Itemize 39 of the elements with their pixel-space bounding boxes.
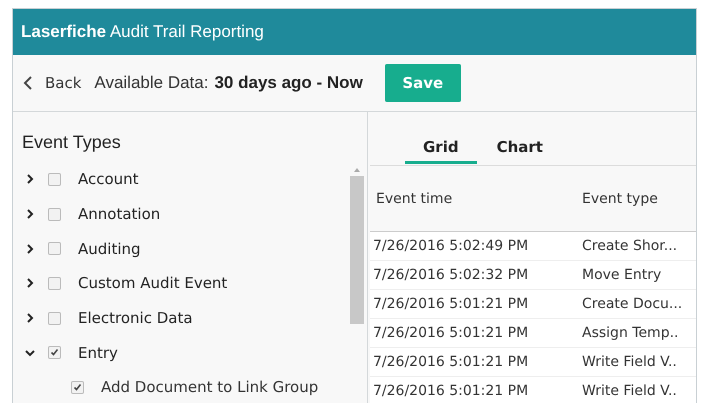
column-header[interactable]: Event time: [370, 190, 582, 206]
table-cell-text: Create Docu...: [582, 296, 684, 312]
checkbox[interactable]: [71, 380, 84, 394]
chevron-left-icon: [23, 76, 33, 90]
panel-title: Event Types: [21, 132, 122, 153]
range-label: Available Data:: [94, 73, 208, 93]
tree-item[interactable]: Account: [78, 170, 139, 188]
table-cell-text: Assign Temp..: [582, 325, 680, 341]
tree-item[interactable]: Entry: [78, 344, 118, 362]
range-value: 30 days ago - Now: [214, 73, 363, 93]
table-cell-text: Write Field V..: [582, 354, 678, 370]
table-cell-text: Write Field V..: [582, 383, 678, 399]
tab[interactable]: Chart: [478, 138, 561, 164]
tree-item[interactable]: Annotation: [78, 205, 160, 224]
checkbox[interactable]: [48, 242, 61, 256]
table-cell-text: 7/26/2016 5:02:32 PM: [372, 267, 530, 283]
app-title: Laserfiche Audit Trail Reporting: [21, 22, 264, 42]
tree-item[interactable]: Electronic Data: [78, 309, 193, 328]
scroll-thumb[interactable]: [350, 176, 364, 324]
tree-item[interactable]: Auditing: [78, 240, 141, 258]
checkbox[interactable]: [48, 346, 61, 360]
checkbox[interactable]: [48, 312, 61, 325]
tree-item[interactable]: Custom Audit Event: [78, 274, 228, 292]
table-cell-text: 7/26/2016 5:01:21 PM: [372, 325, 530, 341]
tab[interactable]: Grid: [405, 138, 477, 164]
table-cell-text: Create Shor...: [582, 238, 678, 254]
table-cell-text: 7/26/2016 5:02:49 PM: [372, 238, 530, 254]
table-cell-text: Move Entry: [582, 267, 662, 283]
checkmark-icon: [50, 348, 59, 358]
column-header[interactable]: Event type: [582, 190, 696, 206]
checkmark-icon: [73, 382, 82, 392]
table-cell-text: 7/26/2016 5:01:21 PM: [372, 354, 530, 370]
checkbox[interactable]: [48, 172, 61, 186]
tree-item[interactable]: Add Document to Link Group: [101, 378, 318, 396]
checkbox[interactable]: [48, 208, 61, 221]
table-cell-text: 7/26/2016 5:01:21 PM: [372, 383, 530, 399]
back-link[interactable]: Back: [23, 74, 82, 92]
table-cell-text: 7/26/2016 5:01:21 PM: [372, 296, 530, 312]
checkbox[interactable]: [48, 276, 61, 290]
